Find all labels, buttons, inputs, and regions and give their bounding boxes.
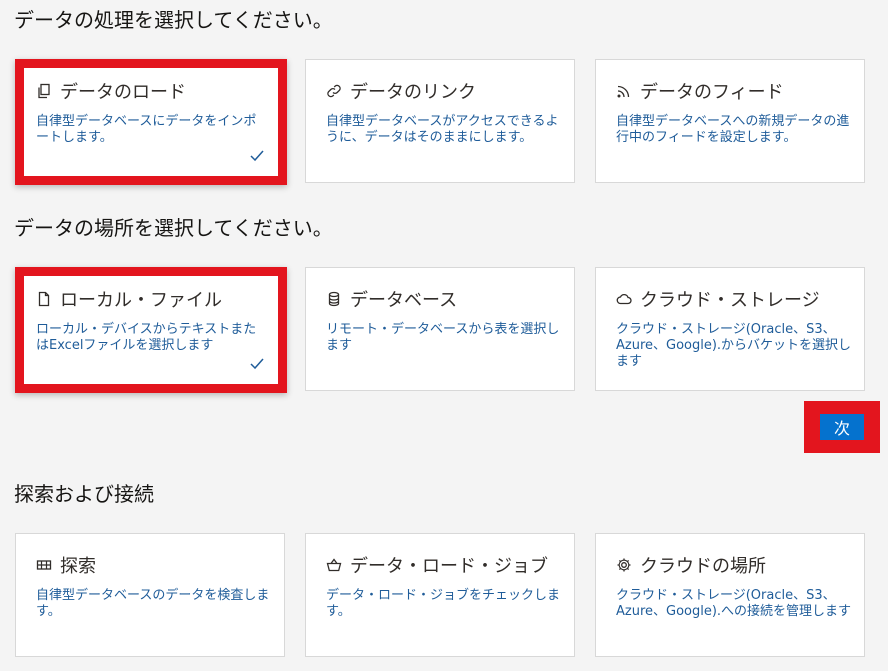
- link-icon: [327, 84, 341, 98]
- card-local-file[interactable]: ローカル・ファイル ローカル・デバイスからテキストまたはExcelファイルを選択…: [15, 267, 287, 393]
- card-cloud-locations[interactable]: クラウドの場所 クラウド・ストレージ(Oracle、S3、Azure、Googl…: [595, 533, 865, 657]
- card-description: 自律型データベースにデータをインポートします。: [36, 114, 257, 145]
- card-database[interactable]: データベース リモート・データベースから表を選択します: [305, 267, 575, 391]
- card-description: リモート・データベースから表を選択します: [326, 322, 560, 353]
- card-feed-data[interactable]: データのフィード 自律型データベースへの新規データの進行中のフィードを設定します…: [595, 59, 865, 183]
- card-link-data[interactable]: データのリンク 自律型データベースがアクセスできるように、データはそのままにしま…: [305, 59, 575, 183]
- card-data-load-jobs[interactable]: データ・ロード・ジョブ データ・ロード・ジョブをチェックします。: [305, 533, 575, 657]
- card-description: クラウド・ストレージ(Oracle、S3、Azure、Google).からバケッ…: [616, 322, 852, 369]
- location-heading: データの場所を選択してください。: [14, 216, 333, 240]
- checkmark-icon: [250, 358, 264, 370]
- file-icon: [38, 291, 50, 307]
- feed-icon: [617, 85, 630, 98]
- card-title: クラウド・ストレージ: [640, 290, 820, 311]
- card-description: ローカル・デバイスからテキストまたはExcelファイルを選択します: [36, 322, 257, 353]
- card-title: データベース: [350, 290, 458, 311]
- card-description: 自律型データベースがアクセスできるように、データはそのままにします。: [326, 114, 559, 145]
- explore-heading: 探索および接続: [14, 482, 154, 506]
- copy-icon: [38, 83, 50, 99]
- card-cloud-storage[interactable]: クラウド・ストレージ クラウド・ストレージ(Oracle、S3、Azure、Go…: [595, 267, 865, 391]
- card-description: 自律型データベースのデータを検査します。: [36, 588, 270, 619]
- checkmark-icon: [250, 150, 264, 162]
- card-description: 自律型データベースへの新規データの進行中のフィードを設定します。: [616, 114, 850, 145]
- card-description: データ・ロード・ジョブをチェックします。: [326, 588, 561, 619]
- card-load-data[interactable]: データのロード 自律型データベースにデータをインポートします。: [15, 59, 287, 185]
- card-description: クラウド・ストレージ(Oracle、S3、Azure、Google).への接続を…: [616, 588, 852, 619]
- next-button-highlight: 次: [804, 401, 880, 453]
- processing-heading: データの処理を選択してください。: [14, 8, 333, 32]
- card-title: ローカル・ファイル: [60, 290, 222, 311]
- gear-icon: [617, 558, 631, 572]
- basket-icon: [326, 558, 342, 572]
- card-explore[interactable]: 探索 自律型データベースのデータを検査します。: [15, 533, 285, 657]
- card-title: 探索: [60, 556, 96, 577]
- card-title: データのフィード: [640, 82, 784, 103]
- table-icon: [36, 560, 52, 570]
- card-title: データ・ロード・ジョブ: [350, 556, 548, 577]
- card-title: データのロード: [60, 82, 186, 103]
- cloud-icon: [616, 293, 632, 305]
- card-title: データのリンク: [350, 82, 476, 103]
- database-icon: [328, 291, 340, 307]
- card-title: クラウドの場所: [640, 556, 766, 577]
- next-button[interactable]: 次: [820, 414, 864, 440]
